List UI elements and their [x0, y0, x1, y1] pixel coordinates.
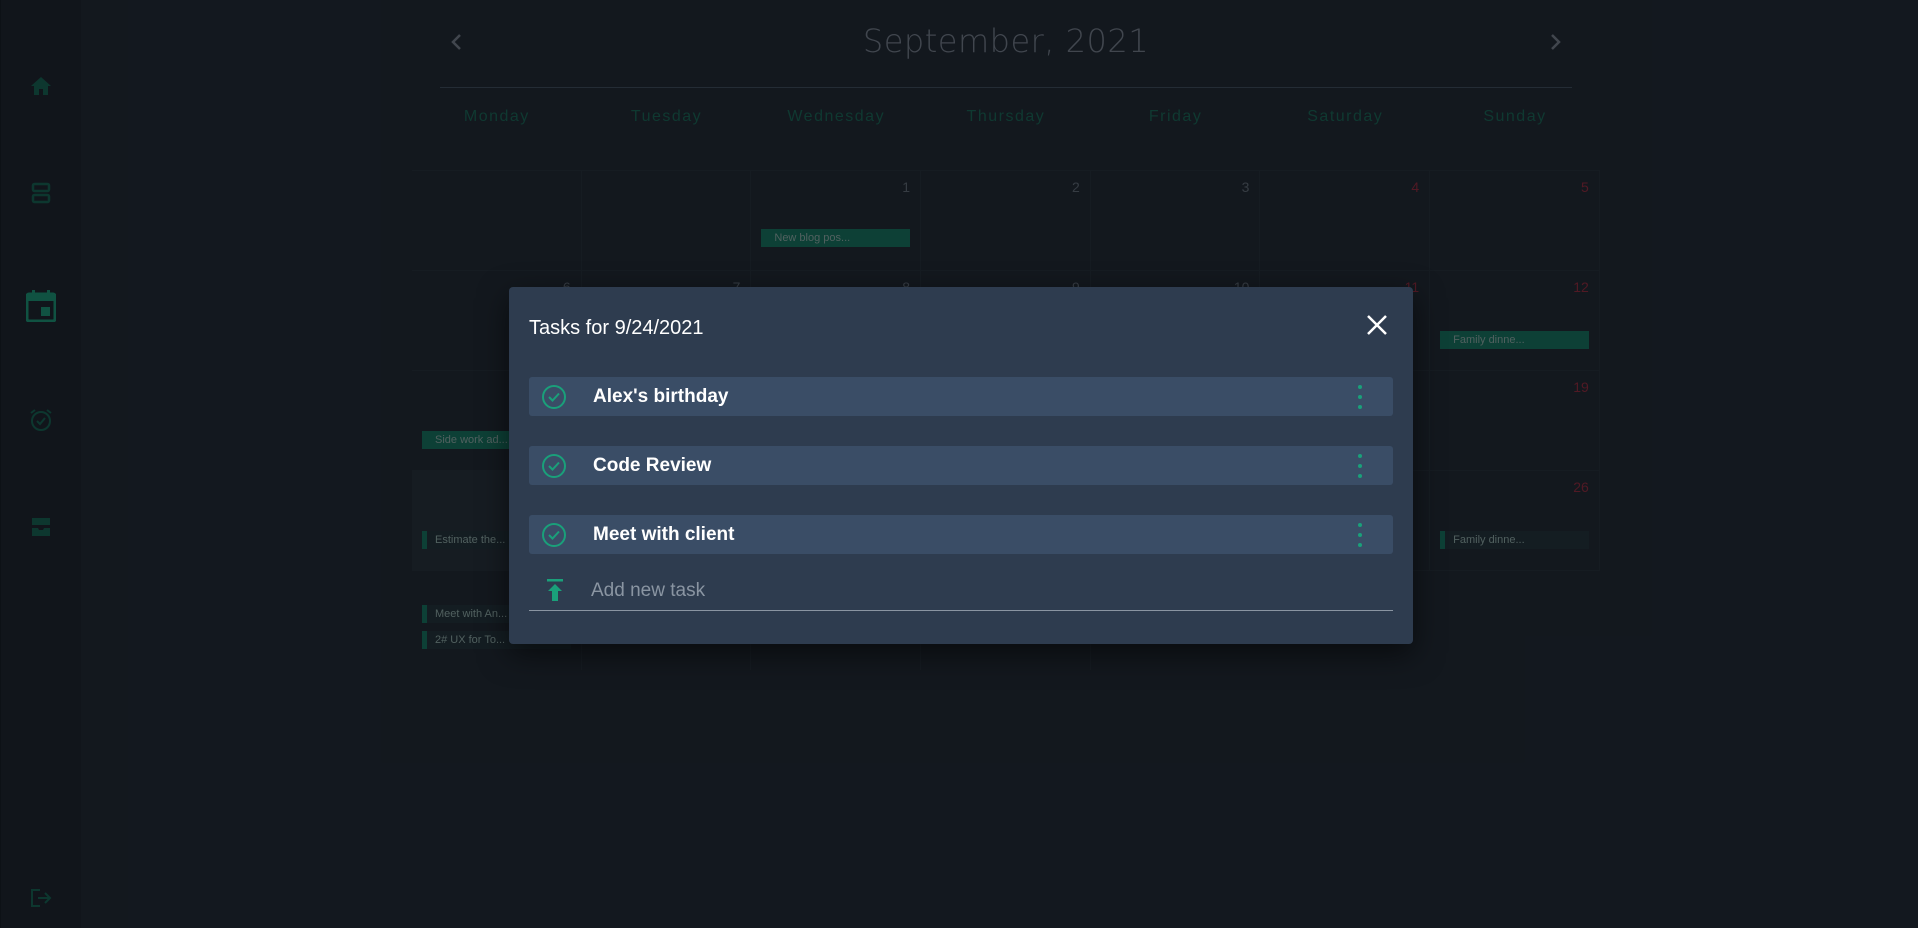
task-item[interactable]: Alex's birthday	[529, 377, 1393, 416]
add-task-row	[529, 573, 1393, 611]
tasks-modal: Tasks for 9/24/2021 Alex's birthday Code…	[509, 287, 1413, 644]
task-label: Alex's birthday	[593, 386, 729, 407]
check-circle-icon[interactable]	[541, 522, 567, 548]
check-circle-icon[interactable]	[541, 384, 567, 410]
task-item[interactable]: Code Review	[529, 446, 1393, 485]
more-options-icon[interactable]	[1357, 523, 1363, 547]
modal-title: Tasks for 9/24/2021	[529, 317, 704, 339]
close-icon	[1367, 315, 1387, 335]
task-label: Code Review	[593, 455, 712, 476]
more-options-icon[interactable]	[1357, 454, 1363, 478]
add-task-input[interactable]	[591, 577, 1351, 605]
task-item[interactable]: Meet with client	[529, 515, 1393, 554]
close-button[interactable]	[1361, 309, 1393, 341]
task-label: Meet with client	[593, 524, 735, 545]
upload-icon[interactable]	[541, 577, 569, 605]
more-options-icon[interactable]	[1357, 385, 1363, 409]
check-circle-icon[interactable]	[541, 453, 567, 479]
